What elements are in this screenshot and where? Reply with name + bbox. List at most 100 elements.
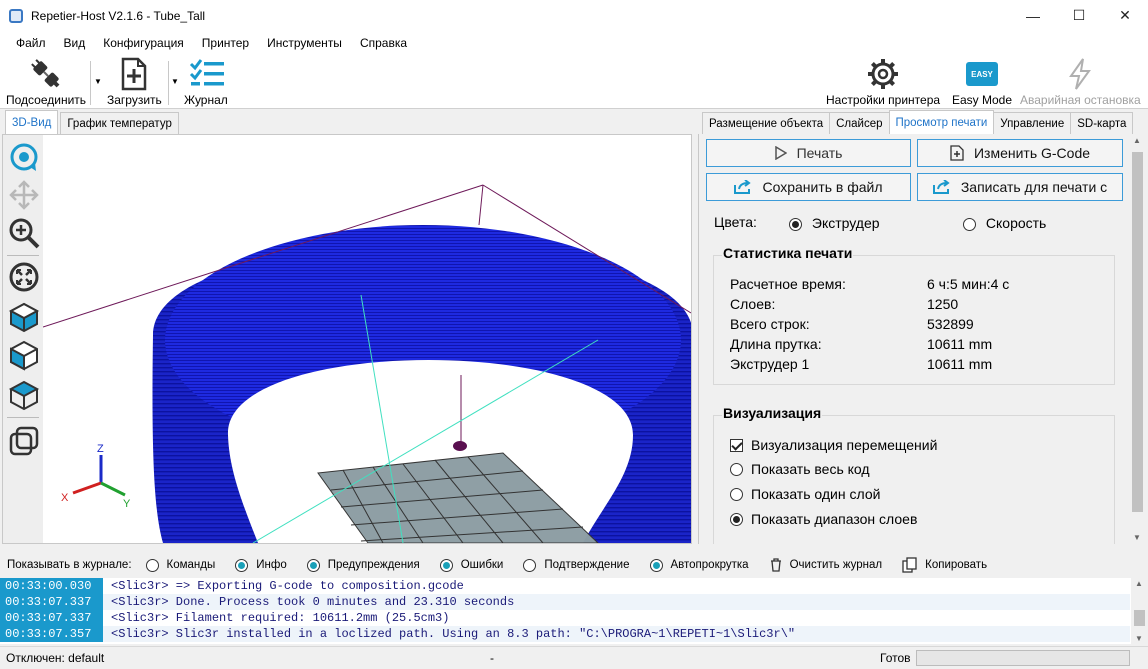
log-button[interactable]: Журнал	[184, 57, 228, 107]
menu-bar: Файл Вид Конфигурация Принтер Инструмент…	[0, 31, 1148, 55]
log-commands-label: Команды	[166, 559, 216, 571]
scene-render: Z X Y	[43, 184, 691, 543]
log-errors-option[interactable]: Ошибки	[439, 558, 503, 572]
stat-label: Длина прутка:	[730, 336, 822, 352]
fit-view-icon[interactable]	[8, 261, 40, 293]
connect-label: Подсоединить	[6, 93, 87, 107]
tab-temperature-graph[interactable]: График температур	[60, 112, 179, 134]
print-statistics-group: Статистика печати Расчетное время: 6 ч:5…	[713, 245, 1115, 385]
tab-print-preview[interactable]: Просмотр печати	[888, 110, 995, 134]
log-warnings-option[interactable]: Предупреждения	[306, 558, 420, 572]
printer-settings-button[interactable]: Настройки принтера	[826, 57, 940, 107]
tab-slicer[interactable]: Слайсер	[829, 112, 890, 134]
emergency-stop-label: Аварийная остановка	[1020, 93, 1141, 107]
menu-view[interactable]: Вид	[55, 36, 95, 50]
log-info-toggle[interactable]	[235, 558, 249, 572]
color-extruder-radio[interactable]	[789, 217, 802, 231]
scroll-down-icon[interactable]: ▼	[1135, 634, 1143, 643]
vis-one-layer-radio[interactable]	[730, 487, 743, 501]
load-dropdown-icon[interactable]: ▼	[171, 77, 179, 86]
tab-3d-view[interactable]: 3D-Вид	[5, 110, 59, 134]
vis-layer-range-option[interactable]: Показать диапазон слоев	[730, 511, 917, 527]
scroll-up-icon[interactable]: ▲	[1133, 136, 1141, 145]
menu-help[interactable]: Справка	[351, 36, 416, 50]
log-line: 00:33:07.337 <Slic3r> Filament required:…	[0, 610, 1130, 626]
close-button[interactable]: ✕	[1102, 0, 1148, 31]
tool-divider	[7, 417, 39, 418]
stat-label: Слоев:	[730, 296, 776, 312]
color-speed-option[interactable]: Скорость	[963, 215, 1046, 231]
top-view-icon[interactable]	[8, 379, 40, 411]
connect-button[interactable]: Подсоединить	[6, 57, 86, 107]
save-to-file-button[interactable]: Сохранить в файл	[706, 173, 911, 201]
export-icon	[734, 180, 752, 194]
axis-z-label: Z	[97, 443, 104, 455]
log-autoscroll-label: Автопрокрутка	[670, 559, 749, 571]
zoom-icon[interactable]	[8, 217, 40, 249]
vis-travel-option[interactable]: Визуализация перемещений	[730, 437, 937, 453]
menu-printer[interactable]: Принтер	[193, 36, 258, 50]
colors-row: Цвета: Экструдер Скорость	[714, 214, 1046, 231]
log-commands-toggle[interactable]	[145, 558, 159, 572]
print-button[interactable]: Печать	[706, 139, 911, 167]
minimize-button[interactable]: —	[1010, 0, 1056, 31]
copy-log-button[interactable]: Копировать	[902, 557, 987, 573]
vis-all-label: Показать весь код	[751, 461, 870, 477]
log-warnings-toggle[interactable]	[306, 558, 320, 572]
clear-log-button[interactable]: Очистить журнал	[769, 558, 882, 572]
edit-gcode-button[interactable]: Изменить G-Code	[917, 139, 1123, 167]
load-button[interactable]: Загрузить	[107, 57, 162, 107]
right-tabs: Размещение объекта Слайсер Просмотр печа…	[702, 110, 1134, 134]
scroll-down-icon[interactable]: ▼	[1133, 533, 1141, 542]
vis-all-radio[interactable]	[730, 462, 743, 476]
rotate-view-icon[interactable]	[8, 141, 40, 173]
log-panel[interactable]: 00:33:00.030 <Slic3r> => Exporting G-cod…	[0, 578, 1148, 644]
log-ack-toggle[interactable]	[523, 558, 537, 572]
easy-mode-icon: EASY	[965, 57, 999, 91]
3d-viewport[interactable]: Z X Y	[2, 134, 692, 544]
maximize-button[interactable]: ☐	[1056, 0, 1102, 31]
log-errors-toggle[interactable]	[439, 558, 453, 572]
scrollbar-thumb[interactable]	[1134, 610, 1145, 626]
log-ack-option[interactable]: Подтверждение	[523, 558, 630, 572]
visualization-title: Визуализация	[722, 405, 823, 421]
easy-badge: EASY	[966, 62, 999, 86]
tab-sd-card[interactable]: SD-карта	[1070, 112, 1134, 134]
panel-scrollbar[interactable]: ▲ ▼	[1129, 134, 1146, 544]
tab-object-placement[interactable]: Размещение объекта	[702, 112, 831, 134]
color-extruder-option[interactable]: Экструдер	[789, 215, 880, 231]
color-speed-radio[interactable]	[963, 217, 976, 231]
parallel-projection-icon[interactable]	[8, 425, 40, 457]
move-view-icon[interactable]	[8, 179, 40, 211]
menu-file[interactable]: Файл	[7, 36, 55, 50]
write-for-sd-print-button[interactable]: Записать для печати с	[917, 173, 1123, 201]
vis-all-option[interactable]: Показать весь код	[730, 461, 870, 477]
front-view-icon[interactable]	[8, 339, 40, 371]
stat-value: 6 ч:5 мин:4 с	[927, 276, 1010, 292]
edit-gcode-label: Изменить G-Code	[973, 145, 1091, 161]
log-autoscroll-toggle[interactable]	[649, 558, 663, 572]
menu-config[interactable]: Конфигурация	[94, 36, 193, 50]
copy-icon	[902, 557, 917, 573]
vis-layer-range-radio[interactable]	[730, 512, 743, 526]
easy-mode-button[interactable]: EASY Easy Mode	[952, 57, 1012, 107]
log-filter-bar: Показывать в журнале: Команды Инфо Преду…	[0, 551, 1148, 579]
vis-travel-checkbox[interactable]	[730, 438, 743, 452]
log-autoscroll-option[interactable]: Автопрокрутка	[649, 558, 749, 572]
log-warnings-label: Предупреждения	[327, 559, 420, 571]
add-file-icon	[950, 145, 964, 161]
tab-manual-control[interactable]: Управление	[993, 112, 1072, 134]
status-separator-text: -	[490, 651, 494, 665]
emergency-stop-button[interactable]: Аварийная остановка	[1020, 57, 1141, 107]
menu-tools[interactable]: Инструменты	[258, 36, 351, 50]
connect-dropdown-icon[interactable]: ▼	[94, 77, 102, 86]
scrollbar-thumb[interactable]	[1132, 152, 1143, 512]
iso-view-icon[interactable]	[8, 301, 40, 333]
vis-one-layer-option[interactable]: Показать один слой	[730, 486, 880, 502]
scroll-up-icon[interactable]: ▲	[1135, 579, 1143, 588]
log-info-option[interactable]: Инфо	[235, 558, 287, 572]
log-scrollbar[interactable]: ▲ ▼	[1131, 578, 1148, 644]
print-label: Печать	[796, 145, 843, 161]
trash-icon	[770, 558, 781, 572]
log-commands-option[interactable]: Команды	[145, 558, 216, 572]
